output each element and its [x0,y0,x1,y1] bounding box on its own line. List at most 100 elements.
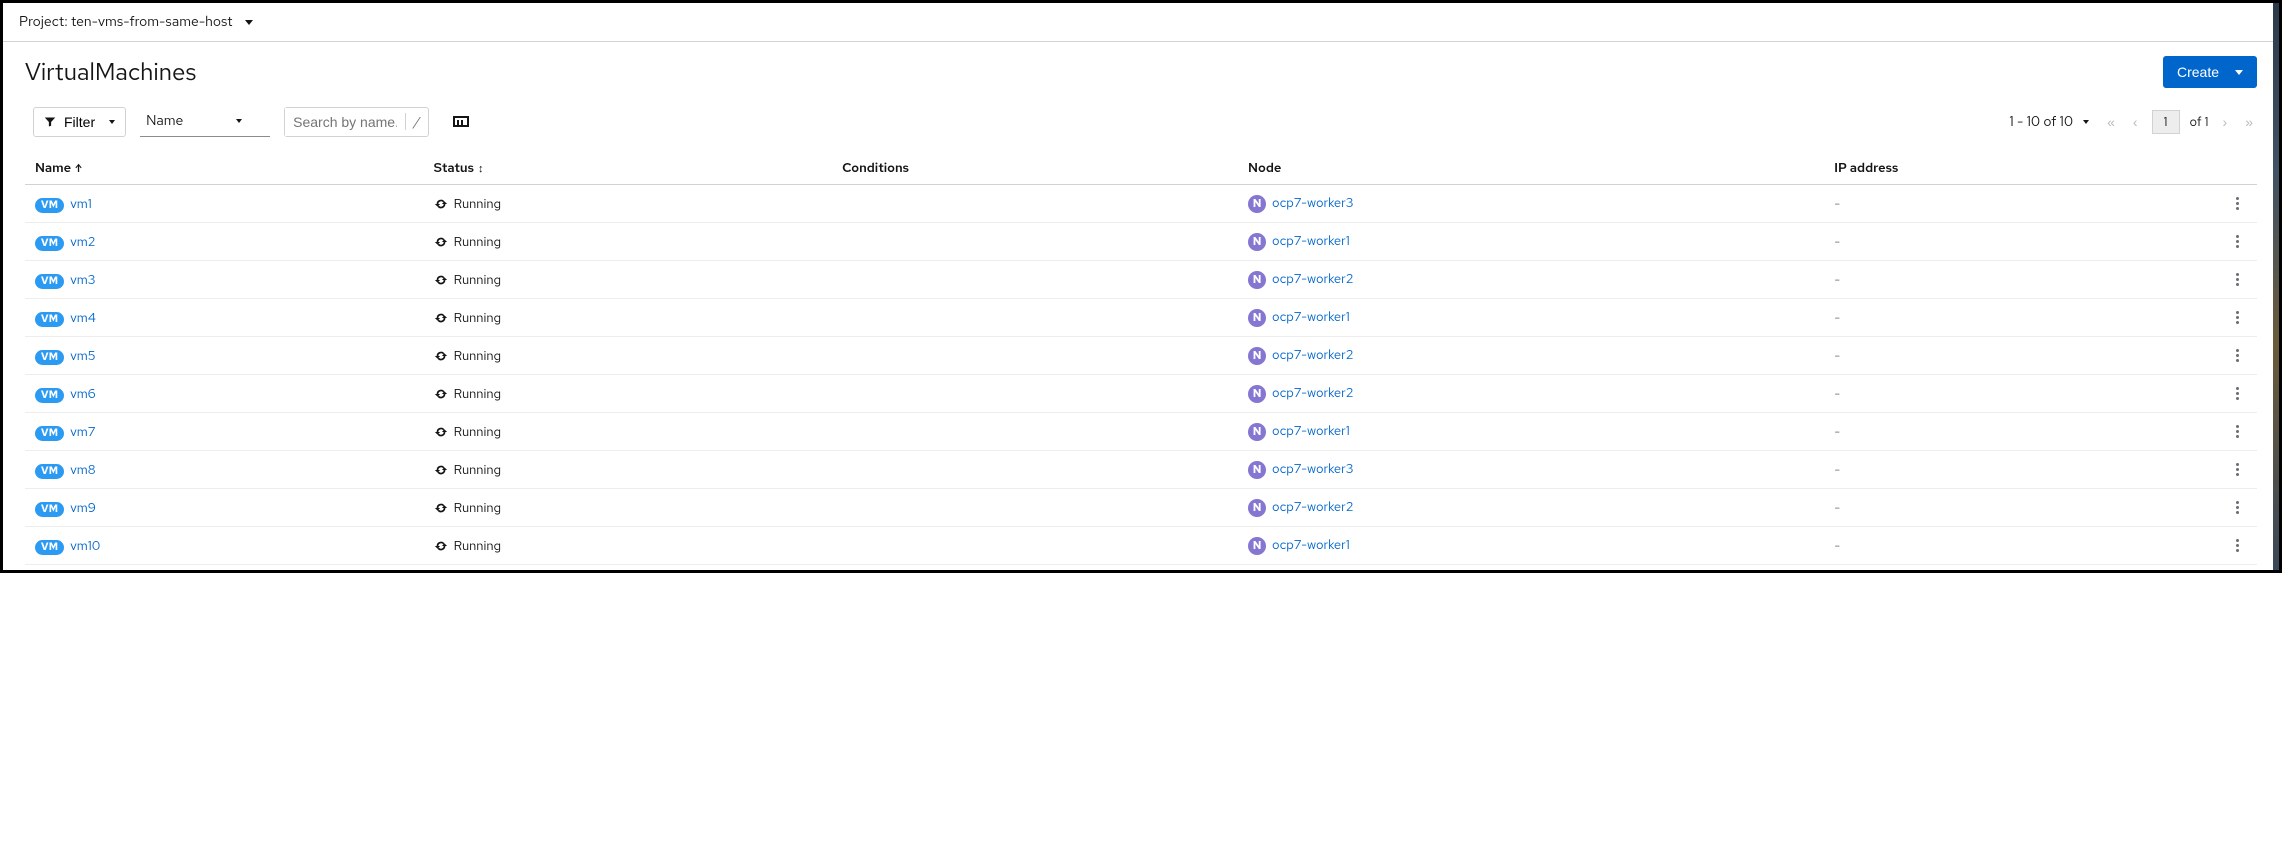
node-link[interactable]: ocp7-worker3 [1272,460,1354,477]
vm-badge-icon: VM [35,540,64,555]
search-input[interactable] [285,108,405,136]
pagination-range-text: 1 - 10 of 10 [2009,113,2073,131]
create-button[interactable]: Create [2163,56,2257,88]
chevron-down-icon [109,120,115,124]
pagination-current-page[interactable]: 1 [2152,110,2180,134]
sync-icon [434,539,448,553]
node-link[interactable]: ocp7-worker1 [1272,308,1350,325]
table-row: VM vm6 Running Nocp7-worker2 - [25,375,2257,413]
vm-name-link[interactable]: vm1 [70,195,92,212]
status-text: Running [454,347,501,364]
node-link[interactable]: ocp7-worker2 [1272,498,1354,515]
node-badge-icon: N [1248,537,1266,555]
project-label: Project: ten-vms-from-same-host [19,13,233,31]
column-header-ip[interactable]: IP address [1824,151,2217,185]
row-actions-kebab[interactable] [2228,345,2247,366]
status-text: Running [454,461,501,478]
node-link[interactable]: ocp7-worker2 [1272,384,1354,401]
pagination-nav: « ‹ 1 of 1 › » [2103,110,2257,134]
status-text: Running [454,271,501,288]
node-badge-icon: N [1248,461,1266,479]
node-link[interactable]: ocp7-worker1 [1272,536,1350,553]
sync-icon [434,387,448,401]
sync-icon [434,311,448,325]
vm-badge-icon: VM [35,236,64,251]
ip-text: - [1834,309,1840,326]
ip-text: - [1834,537,1840,554]
filter-button[interactable]: Filter [33,107,126,137]
vm-badge-icon: VM [35,350,64,365]
desktop-wallpaper-strip [2273,3,2279,570]
chevron-down-icon [2083,120,2089,124]
row-actions-kebab[interactable] [2228,535,2247,556]
vm-name-link[interactable]: vm4 [70,309,96,326]
vm-badge-icon: VM [35,312,64,327]
project-selector[interactable]: Project: ten-vms-from-same-host [3,3,2279,42]
search-wrapper: / [284,107,429,137]
table-row: VMvm7RunningNocp7-worker1- [25,413,2257,451]
node-link[interactable]: ocp7-worker1 [1272,232,1350,249]
manage-columns-button[interactable] [449,110,473,133]
node-badge-icon: N [1248,385,1266,403]
pagination-last-button[interactable]: » [2241,112,2257,132]
sync-icon [434,197,448,211]
table-row: VMvm8RunningNocp7-worker3- [25,451,2257,489]
vm-name-link[interactable]: vm10 [70,537,100,554]
column-header-name[interactable]: Name↑ [25,151,424,185]
ip-text: - [1834,195,1840,212]
table-row: VMvm9RunningNocp7-worker2- [25,489,2257,527]
vm-name-link[interactable]: vm7 [70,423,95,440]
table-row: VMvm3RunningNocp7-worker2- [25,261,2257,299]
vm-name-link[interactable]: vm6 [70,385,95,402]
vm-table: Name↑ Status↕ Conditions Node IP address… [25,151,2257,565]
status-text: Running [454,195,501,212]
pagination-range-dropdown[interactable]: 1 - 10 of 10 [2009,113,2089,131]
node-link[interactable]: ocp7-worker3 [1272,194,1354,211]
columns-icon [453,116,469,127]
node-link[interactable]: ocp7-worker1 [1272,422,1350,439]
vm-badge-icon: VM [35,464,64,479]
node-link[interactable]: ocp7-worker2 [1272,346,1354,363]
table-row: VMvm5RunningNocp7-worker2- [25,337,2257,375]
vm-badge-icon: VM [35,388,64,403]
status-text: Running [454,423,501,440]
row-actions-kebab[interactable] [2228,193,2247,214]
pagination-first-button[interactable]: « [2103,112,2119,132]
sync-icon [434,273,448,287]
vm-name-link[interactable]: vm3 [70,271,95,288]
ip-text: - [1834,385,1840,402]
status-text: Running [454,537,501,554]
row-actions-kebab[interactable] [2228,421,2247,442]
column-header-conditions[interactable]: Conditions [832,151,1238,185]
ip-text: - [1834,499,1840,516]
vm-name-link[interactable]: vm2 [70,233,95,250]
sync-icon [434,463,448,477]
vm-name-link[interactable]: vm9 [70,499,96,516]
node-badge-icon: N [1248,499,1266,517]
row-actions-kebab[interactable] [2228,383,2247,404]
pagination-prev-button[interactable]: ‹ [2129,112,2142,132]
row-actions-kebab[interactable] [2228,307,2247,328]
row-actions-kebab[interactable] [2228,269,2247,290]
column-header-node[interactable]: Node [1238,151,1824,185]
sync-icon [434,235,448,249]
status-text: Running [454,309,501,326]
vm-name-link[interactable]: vm8 [70,461,95,478]
column-header-status[interactable]: Status↕ [424,151,832,185]
ip-text: - [1834,423,1840,440]
search-field-select[interactable]: Name [140,106,270,137]
pagination-next-button[interactable]: › [2219,112,2232,132]
row-actions-kebab[interactable] [2228,231,2247,252]
filter-button-label: Filter [64,114,95,130]
row-actions-kebab[interactable] [2228,459,2247,480]
sync-icon [434,501,448,515]
vm-name-link[interactable]: vm5 [70,347,95,364]
search-shortcut-hint: / [405,113,428,130]
node-link[interactable]: ocp7-worker2 [1272,270,1354,287]
node-badge-icon: N [1248,309,1266,327]
table-row: VM vm10 Running Nocp7-worker1 - [25,527,2257,565]
row-actions-kebab[interactable] [2228,497,2247,518]
sync-icon [434,425,448,439]
status-text: Running [454,385,501,402]
node-badge-icon: N [1248,423,1266,441]
